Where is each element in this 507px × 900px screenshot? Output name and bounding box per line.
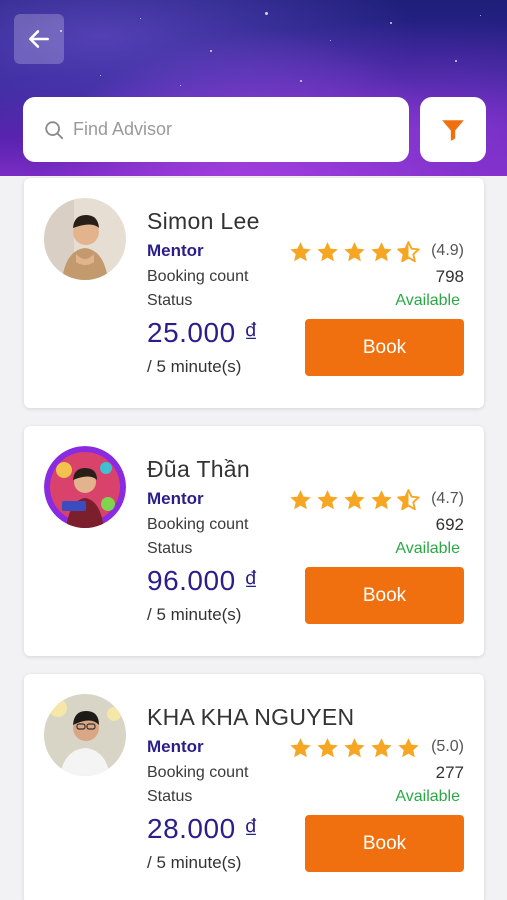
booking-count-label: Booking count bbox=[147, 268, 249, 285]
star-icon bbox=[398, 738, 419, 758]
rating-value: (4.9) bbox=[431, 242, 464, 259]
avatar bbox=[44, 694, 126, 776]
avatar bbox=[44, 198, 126, 280]
status-badge: Available bbox=[395, 292, 460, 309]
status-label: Status bbox=[147, 292, 193, 309]
book-button[interactable]: Book bbox=[305, 567, 464, 624]
price: 25.000 ₫ bbox=[147, 317, 259, 348]
star-icon bbox=[344, 242, 365, 262]
star-half-icon bbox=[397, 241, 420, 263]
booking-count-label: Booking count bbox=[147, 764, 249, 781]
advisor-role: Mentor bbox=[147, 737, 204, 756]
star-icon bbox=[290, 490, 311, 510]
rating-value: (5.0) bbox=[431, 738, 464, 755]
search-icon bbox=[45, 120, 64, 139]
star-icon bbox=[371, 490, 392, 510]
advisor-card[interactable]: KHA KHA NGUYEN Mentor Booking count Stat… bbox=[24, 674, 484, 900]
price: 28.000 ₫ bbox=[147, 813, 259, 844]
price-unit: / 5 minute(s) bbox=[147, 853, 242, 872]
book-button[interactable]: Book bbox=[305, 815, 464, 872]
star-icon bbox=[371, 242, 392, 262]
avatar bbox=[44, 446, 126, 528]
status-label: Status bbox=[147, 788, 193, 805]
booking-count-value: 277 bbox=[435, 763, 464, 782]
filter-icon bbox=[442, 119, 464, 141]
advisor-role: Mentor bbox=[147, 241, 204, 260]
advisor-card[interactable]: Simon Lee Mentor Booking count Status 25… bbox=[24, 178, 484, 408]
booking-count-value: 692 bbox=[435, 515, 464, 534]
star-icon bbox=[290, 242, 311, 262]
rating-value: (4.7) bbox=[431, 490, 464, 507]
star-icon bbox=[371, 738, 392, 758]
back-button[interactable] bbox=[14, 14, 64, 64]
price-unit: / 5 minute(s) bbox=[147, 605, 242, 624]
header-banner bbox=[0, 0, 507, 176]
advisor-name: Simon Lee bbox=[147, 208, 260, 234]
status-label: Status bbox=[147, 540, 193, 557]
status-badge: Available bbox=[395, 788, 460, 805]
rating-stars bbox=[288, 736, 421, 761]
price-unit: / 5 minute(s) bbox=[147, 357, 242, 376]
advisor-name: KHA KHA NGUYEN bbox=[147, 704, 355, 730]
booking-count-value: 798 bbox=[435, 267, 464, 286]
star-half-icon bbox=[397, 489, 420, 511]
advisor-role: Mentor bbox=[147, 489, 204, 508]
star-icon bbox=[317, 738, 338, 758]
booking-count-label: Booking count bbox=[147, 516, 249, 533]
star-icon bbox=[344, 738, 365, 758]
star-icon bbox=[290, 738, 311, 758]
search-bar[interactable] bbox=[23, 97, 409, 162]
advisor-name: Đũa Thần bbox=[147, 456, 250, 482]
status-badge: Available bbox=[395, 540, 460, 557]
star-icon bbox=[317, 242, 338, 262]
advisor-card[interactable]: Đũa Thần Mentor Booking count Status 96.… bbox=[24, 426, 484, 656]
star-icon bbox=[344, 490, 365, 510]
rating-stars bbox=[288, 240, 421, 265]
search-input[interactable] bbox=[73, 119, 373, 140]
arrow-left-icon bbox=[29, 30, 49, 48]
book-button[interactable]: Book bbox=[305, 319, 464, 376]
filter-button[interactable] bbox=[420, 97, 486, 162]
price: 96.000 ₫ bbox=[147, 565, 259, 596]
rating-stars bbox=[288, 488, 421, 513]
star-icon bbox=[317, 490, 338, 510]
